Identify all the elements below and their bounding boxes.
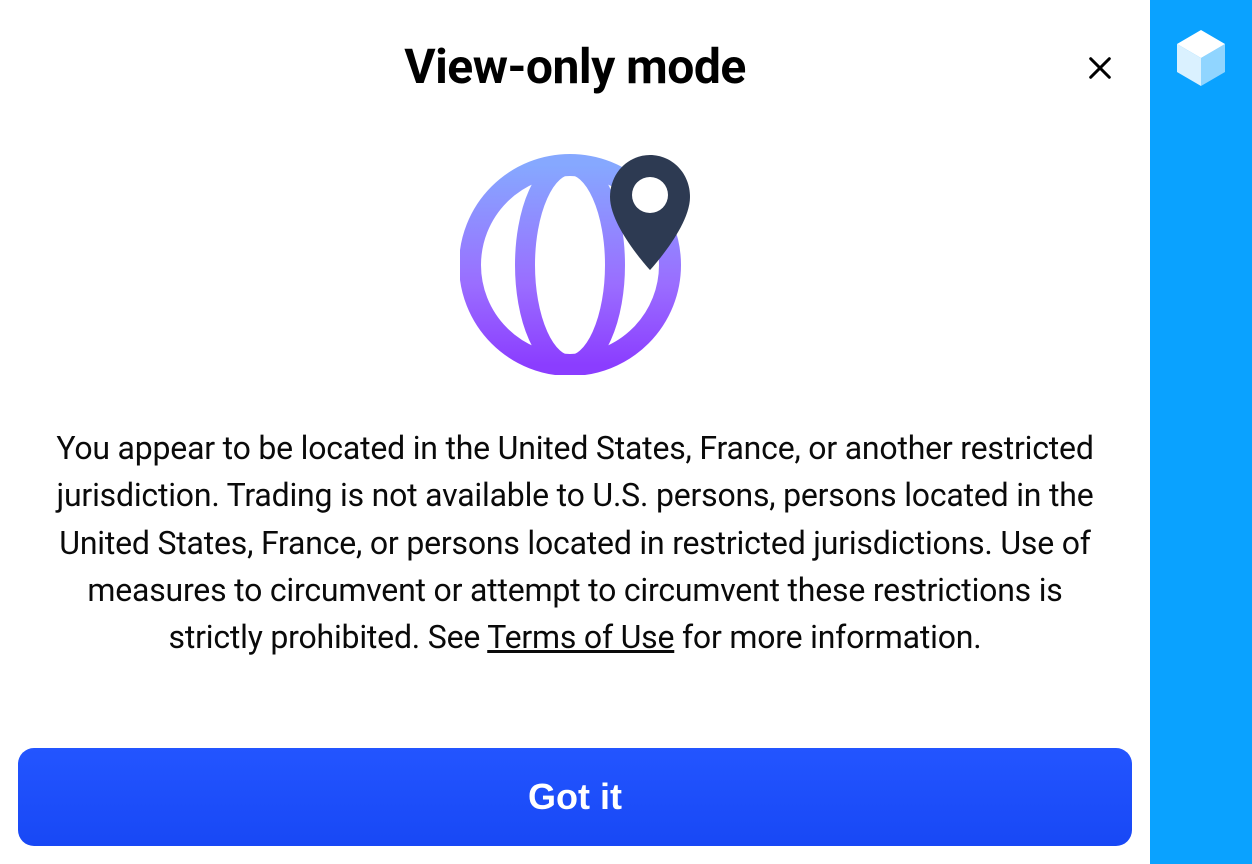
modal-body-text: You appear to be located in the United S… xyxy=(18,425,1132,662)
modal-dialog: View-only mode xyxy=(0,0,1150,864)
brand-cube-icon xyxy=(1175,28,1227,88)
spacer xyxy=(18,662,1132,708)
right-sidebar xyxy=(1150,0,1252,864)
body-text-after: for more information. xyxy=(674,618,981,656)
terms-of-use-link[interactable]: Terms of Use xyxy=(487,618,674,656)
modal-title: View-only mode xyxy=(404,38,746,95)
modal-illustration xyxy=(18,145,1132,375)
close-button[interactable] xyxy=(1078,46,1122,90)
globe-location-icon xyxy=(460,145,690,375)
modal-header: View-only mode xyxy=(18,18,1132,125)
got-it-button[interactable]: Got it xyxy=(18,748,1132,846)
close-icon xyxy=(1086,54,1114,82)
